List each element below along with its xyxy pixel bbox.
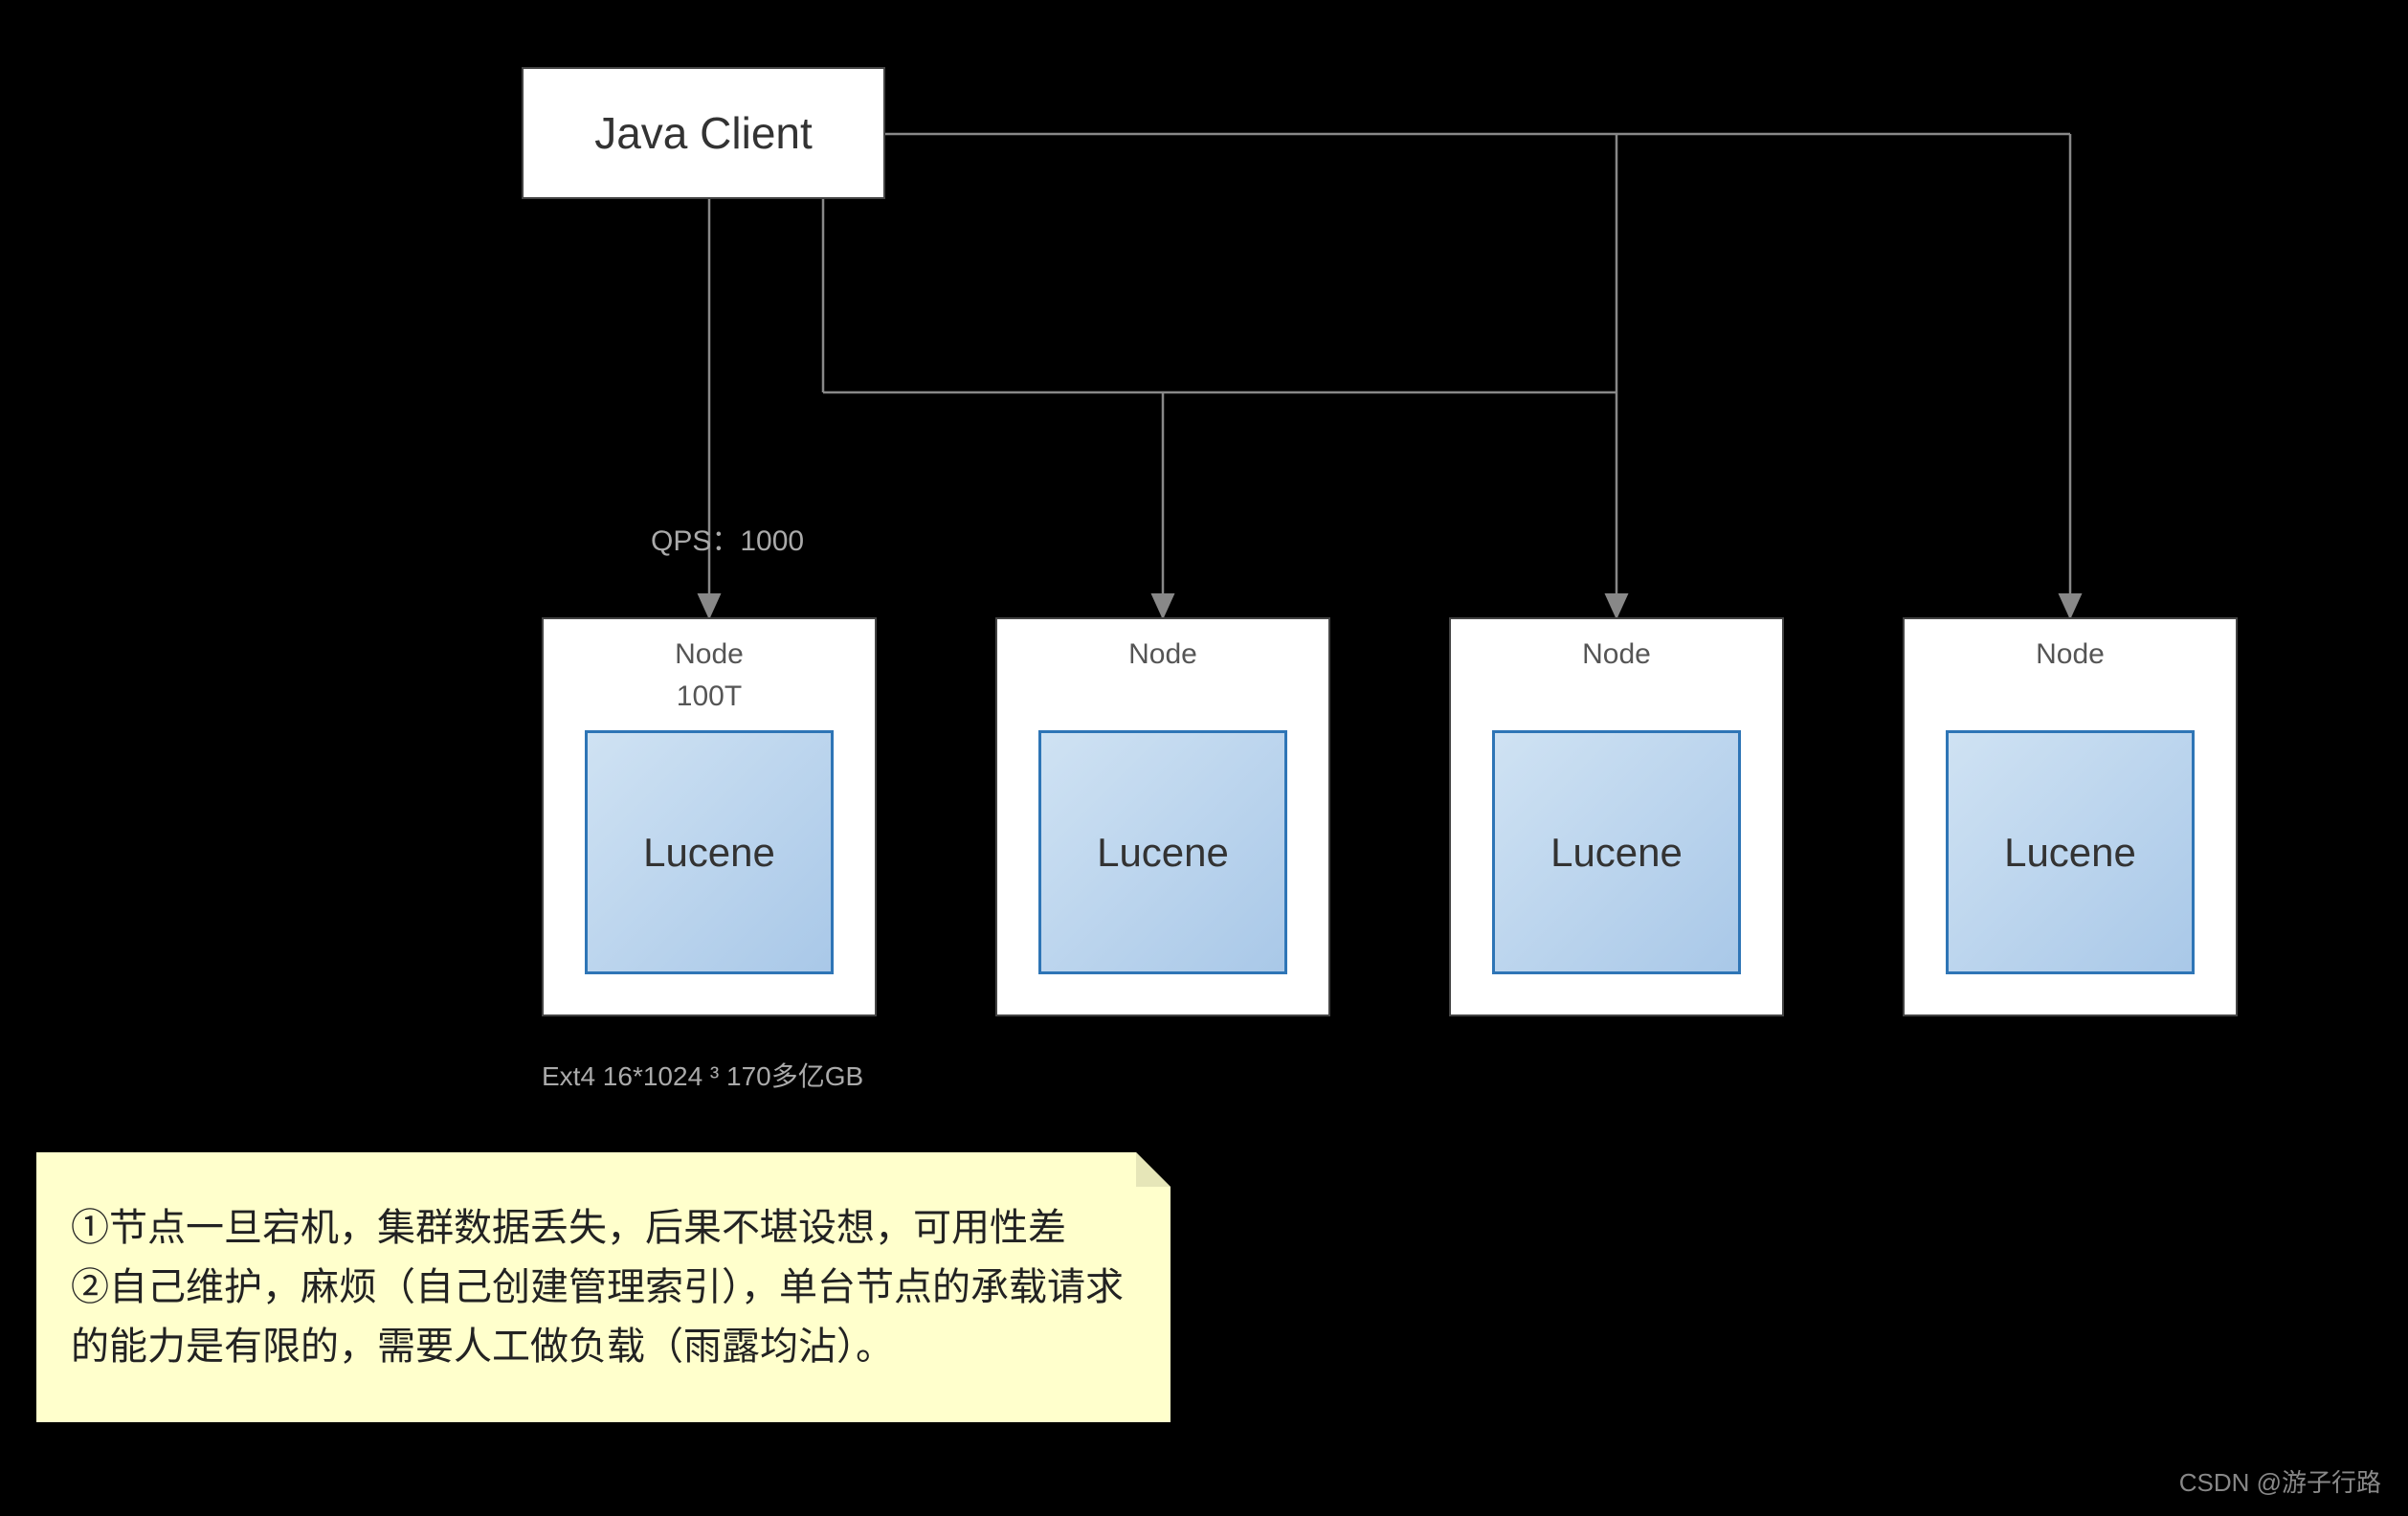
lucene-label: Lucene: [643, 830, 775, 876]
note-line-1: ①节点一旦宕机，集群数据丢失，后果不堪设想，可用性差: [71, 1198, 1136, 1258]
node-title: Node: [1128, 638, 1197, 671]
lucene-box: Lucene: [1946, 730, 2195, 974]
qps-label: QPS：1000: [651, 517, 804, 559]
node-box-0: Node 100T Lucene: [542, 617, 877, 1016]
java-client-label: Java Client: [594, 107, 813, 159]
lucene-box: Lucene: [1492, 730, 1741, 974]
note-line-2: ②自己维护，麻烦（自己创建管理索引），单台节点的承载请求的能力是有限的，需要人工…: [71, 1258, 1136, 1376]
node-title: Node: [1582, 638, 1651, 671]
lucene-box: Lucene: [585, 730, 834, 974]
node-title: Node: [675, 638, 744, 671]
node-box-2: Node Lucene: [1449, 617, 1784, 1016]
note-fold-icon: [1136, 1152, 1171, 1187]
lucene-label: Lucene: [1097, 830, 1229, 876]
node-box-1: Node Lucene: [995, 617, 1330, 1016]
node-sub: 100T: [677, 680, 742, 713]
lucene-label: Lucene: [1550, 830, 1683, 876]
node-box-3: Node Lucene: [1903, 617, 2238, 1016]
ext4-label: Ext4 16*1024 ³ 170多亿GB: [542, 1056, 863, 1094]
java-client-box: Java Client: [522, 67, 885, 199]
lucene-box: Lucene: [1038, 730, 1287, 974]
watermark: CSDN @游子行路: [2179, 1463, 2381, 1499]
node-title: Node: [2036, 638, 2105, 671]
lucene-label: Lucene: [2004, 830, 2136, 876]
note-box: ①节点一旦宕机，集群数据丢失，后果不堪设想，可用性差 ②自己维护，麻烦（自己创建…: [36, 1152, 1171, 1422]
